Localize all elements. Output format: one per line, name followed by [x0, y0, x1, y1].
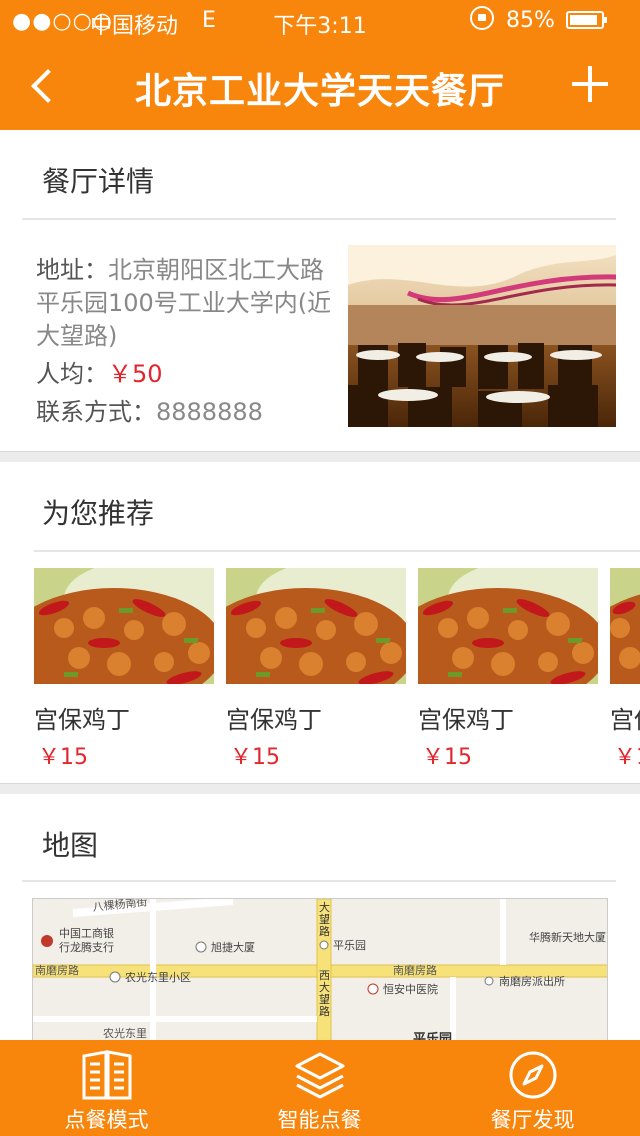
status-bar: ●●○○○ 中国移动 E 下午3:11 85% — [0, 0, 640, 40]
dish-item[interactable]: 宫保鸡丁 ￥15 — [34, 568, 214, 771]
dish-name: 宫保鸡丁 — [418, 706, 514, 734]
address-row: 地址：北京朝阳区北工大路平乐园100号工业大学内(近大望路) — [36, 254, 332, 353]
map-label: 恒安中医院 — [383, 982, 438, 996]
kung-pao-chicken-image — [418, 568, 598, 684]
divider — [22, 218, 616, 220]
location-map[interactable]: 八棵杨南街 中国工商银 行龙腾支行 旭捷大厦 平乐园 华腾新天地大厦 南磨房路 … — [32, 898, 608, 1058]
dish-name: 宫保鸡丁 — [610, 706, 640, 734]
map-label: 农光东里小区 — [125, 970, 191, 984]
dish-item[interactable]: 宫保鸡丁 ￥15 — [610, 568, 640, 771]
recommend-card: 为您推荐 宫保鸡丁 ￥15 宫保鸡丁 ￥15 宫保鸡丁 ￥15 宫 ￥ — [0, 462, 640, 784]
tab-label: 点餐模式 — [64, 1108, 149, 1132]
dish-price: ￥15 — [614, 745, 640, 770]
rotation-lock-icon — [470, 6, 494, 30]
restaurant-detail-card: 餐厅详情 地址：北京朝阳区北工大路平乐园100号工业大学内(近大望路) 人均：￥… — [0, 130, 640, 452]
dish-image — [418, 568, 598, 684]
map-label: 南磨房路 — [35, 964, 79, 977]
recommend-heading: 为您推荐 — [42, 497, 155, 530]
bottom-tab-bar: 点餐模式 智能点餐 餐厅发现 — [0, 1040, 640, 1136]
battery-icon — [566, 11, 607, 29]
map-label: 大 — [319, 980, 330, 994]
map-label: 南磨房路 — [393, 964, 437, 977]
tab-label: 餐厅发现 — [490, 1108, 575, 1132]
map-label: 南磨房派出所 — [499, 974, 565, 988]
dish-price: ￥15 — [230, 745, 280, 770]
map-label: 旭捷大厦 — [211, 940, 255, 954]
compass-icon — [509, 1051, 557, 1099]
map-label: 中国工商银 — [59, 926, 114, 940]
tab-order-mode[interactable]: 点餐模式 — [0, 1040, 213, 1136]
divider — [34, 550, 640, 552]
restaurant-photo[interactable] — [348, 245, 616, 427]
kung-pao-chicken-image — [610, 568, 640, 684]
layers-icon — [295, 1052, 345, 1099]
restaurant-info: 地址：北京朝阳区北工大路平乐园100号工业大学内(近大望路) 人均：￥50 联系… — [36, 254, 332, 434]
map-label: 华腾新天地大厦 — [529, 930, 606, 944]
dish-price: ￥15 — [38, 745, 88, 770]
dish-item[interactable]: 宫保鸡丁 ￥15 — [226, 568, 406, 771]
dish-image — [34, 568, 214, 684]
address-label: 地址： — [36, 256, 108, 284]
contact-label: 联系方式： — [36, 398, 156, 426]
map-label: 大 — [319, 900, 330, 914]
kung-pao-chicken-image — [226, 568, 406, 684]
contact-row: 联系方式：8888888 — [36, 396, 332, 429]
kung-pao-chicken-image — [34, 568, 214, 684]
avg-price-row: 人均：￥50 — [36, 358, 332, 391]
tab-restaurant-discover[interactable]: 餐厅发现 — [426, 1040, 639, 1136]
map-label: 行龙腾支行 — [59, 940, 114, 954]
map-label: 路 — [319, 925, 330, 938]
dish-name: 宫保鸡丁 — [226, 706, 322, 734]
dish-name: 宫保鸡丁 — [34, 706, 130, 734]
detail-heading: 餐厅详情 — [42, 165, 155, 198]
tab-label: 智能点餐 — [277, 1108, 362, 1132]
add-button[interactable] — [570, 64, 610, 104]
navigation-bar: 北京工业大学天天餐厅 — [0, 40, 640, 130]
tab-smart-order[interactable]: 智能点餐 — [213, 1040, 426, 1136]
contact-value[interactable]: 8888888 — [156, 398, 263, 426]
map-label: 农光东里 — [103, 1026, 147, 1040]
dish-image — [610, 568, 640, 684]
menu-book-icon — [82, 1050, 132, 1100]
dish-price: ￥15 — [422, 745, 472, 770]
restaurant-interior-image — [348, 245, 616, 427]
page-title: 北京工业大学天天餐厅 — [134, 71, 505, 112]
map-heading: 地图 — [42, 829, 99, 862]
avg-price-label: 人均： — [36, 360, 108, 388]
dish-image — [226, 568, 406, 684]
map-canvas: 八棵杨南街 中国工商银 行龙腾支行 旭捷大厦 平乐园 华腾新天地大厦 南磨房路 … — [33, 899, 607, 1057]
map-label: 路 — [319, 1005, 330, 1018]
avg-price-value: ￥50 — [108, 360, 163, 388]
map-label: 平乐园 — [333, 939, 366, 952]
divider — [22, 880, 616, 882]
dish-item[interactable]: 宫保鸡丁 ￥15 — [418, 568, 598, 771]
battery-percent: 85% — [506, 8, 555, 33]
